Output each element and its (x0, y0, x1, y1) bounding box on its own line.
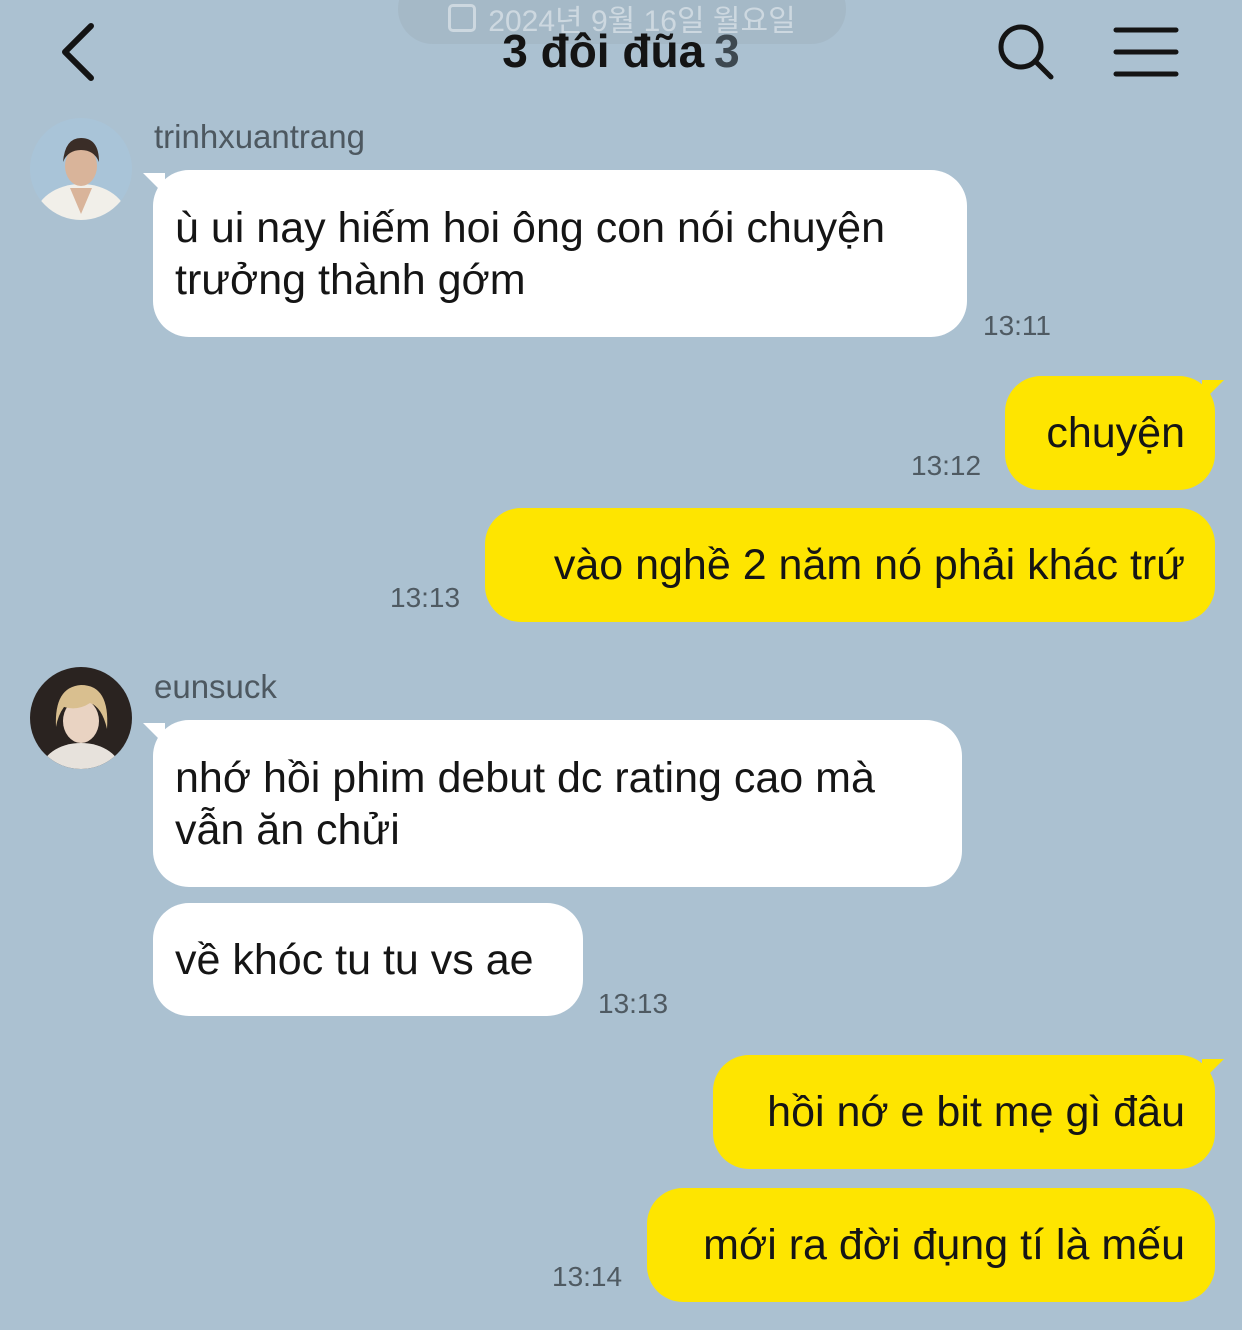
profile-photo-icon (30, 118, 132, 220)
bubble-tail (1202, 380, 1224, 402)
chat-header: 2024년 9월 16일 월요일 3 đôi đũa 3 (0, 0, 1242, 110)
message-time: 13:11 (983, 310, 1051, 341)
message-bubble-incoming[interactable]: về khóc tu tu vs ae (153, 903, 583, 1016)
search-button[interactable] (994, 20, 1058, 84)
message-bubble-outgoing[interactable]: mới ra đời đụng tí là mếu (647, 1188, 1215, 1302)
message-time: 13:13 (598, 988, 669, 1019)
message-bubble-outgoing[interactable]: hồi nớ e bit mẹ gì đâu (713, 1055, 1215, 1169)
message-text: mới ra đời đụng tí là mếu (703, 1221, 1185, 1269)
avatar-eunsuck[interactable] (30, 667, 132, 769)
message-time: 13:14 (552, 1261, 623, 1292)
message-text: về khóc tu tu vs ae (175, 935, 534, 984)
message-text: vào nghề 2 năm nó phải khác trứ (553, 541, 1185, 589)
sender-name: eunsuck (154, 668, 277, 705)
message-bubble-outgoing[interactable]: vào nghề 2 năm nó phải khác trứ (485, 508, 1215, 622)
message-text: chuyện (1046, 409, 1185, 457)
sender-name: trinhxuantrang (154, 118, 365, 155)
message-bubble-incoming[interactable]: nhớ hồi phim debut dc rating cao mà vẫn … (153, 720, 962, 887)
room-name: 3 đôi đũa (502, 25, 705, 77)
message-time: 13:13 (390, 582, 461, 613)
message-time: 13:12 (911, 450, 982, 481)
menu-button[interactable] (1112, 24, 1180, 80)
avatar-trinhxuantrang[interactable] (30, 118, 132, 220)
message-text: nhớ hồi phim debut dc rating cao mà vẫn … (175, 753, 875, 854)
bubble-tail (1202, 1059, 1224, 1081)
hamburger-menu-icon (1113, 27, 1179, 77)
message-bubble-outgoing[interactable]: chuyện (1005, 376, 1215, 490)
profile-photo-icon (30, 667, 132, 769)
message-text: hồi nớ e bit mẹ gì đâu (767, 1088, 1185, 1136)
message-bubble-incoming[interactable]: ù ui nay hiếm hoi ông con nói chuyện trư… (153, 170, 967, 337)
search-icon (998, 24, 1054, 80)
message-text: ù ui nay hiếm hoi ông con nói chuyện trư… (175, 203, 885, 304)
member-count: 3 (714, 25, 740, 77)
